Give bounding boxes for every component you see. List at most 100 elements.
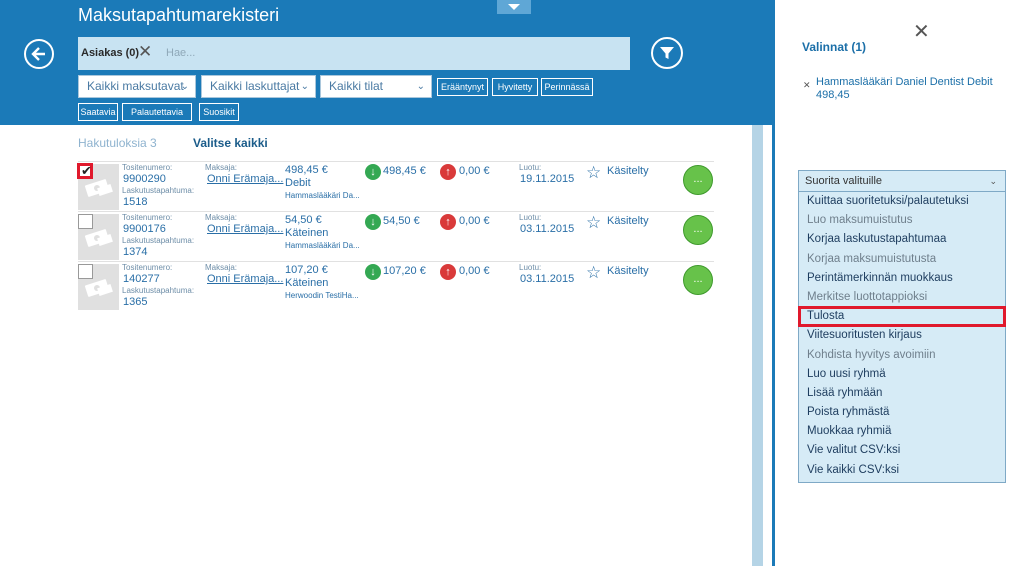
- receipt-label: Tositenumero:: [122, 213, 173, 222]
- row-checkbox[interactable]: [78, 264, 93, 279]
- menu-item[interactable]: Vie kaikki CSV:ksi: [799, 461, 1005, 480]
- filter-button[interactable]: [651, 37, 683, 69]
- more-actions-button[interactable]: ...: [683, 165, 713, 195]
- close-panel-icon[interactable]: ✕: [913, 19, 930, 44]
- status-dropdown[interactable]: Kaikki tilat ⌄: [320, 75, 432, 98]
- search-placeholder[interactable]: Hae...: [166, 47, 195, 59]
- payer-link[interactable]: Onni Erämaja...: [207, 173, 283, 185]
- money-icon: [84, 279, 113, 297]
- menu-item[interactable]: Korjaa laskutustapahtumaa: [799, 230, 1005, 249]
- chevron-down-icon: ⌄: [989, 176, 997, 186]
- created-date: 03.11.2015: [520, 273, 575, 285]
- invoice-event-number: 1518: [123, 196, 148, 208]
- created-date: 19.11.2015: [520, 173, 575, 185]
- payer-link[interactable]: Onni Erämaja...: [207, 273, 283, 285]
- invoice-event-number: 1365: [123, 296, 148, 308]
- outgoing-amount: 0,00 €: [459, 165, 490, 177]
- page-title: Maksutapahtumarekisteri: [78, 5, 280, 25]
- chevron-down-icon: ⌄: [300, 81, 309, 92]
- filter-collection-button[interactable]: Perinnässä: [541, 78, 593, 96]
- menu-item[interactable]: Vie valitut CSV:ksi: [799, 441, 1005, 460]
- selections-title: Valinnat (1): [802, 40, 867, 54]
- remove-chip-icon[interactable]: ✕: [138, 43, 154, 61]
- created-label: Luotu:: [519, 163, 542, 172]
- money-icon: [84, 229, 113, 247]
- menu-item[interactable]: Perintämerkinnän muokkaus: [799, 269, 1005, 288]
- header-bar: Maksutapahtumarekisteri Asiakas (0) ✕ Ha…: [0, 0, 775, 125]
- menu-item[interactable]: Merkitse luottotappioksi: [799, 288, 1005, 307]
- filter-refundable-button[interactable]: Palautettavia: [122, 103, 192, 121]
- remove-selection-icon[interactable]: ✕: [803, 80, 811, 91]
- panel-divider: [772, 0, 775, 566]
- payer-label: Maksaja:: [205, 263, 238, 272]
- select-all-link[interactable]: Valitse kaikki: [193, 136, 268, 150]
- back-button[interactable]: [24, 39, 54, 69]
- outgoing-amount: 0,00 €: [459, 215, 490, 227]
- filter-icon: [660, 47, 674, 59]
- star-icon[interactable]: ☆: [586, 264, 601, 281]
- receipt-number: 140277: [123, 273, 160, 285]
- payment-method-dropdown[interactable]: Kaikki maksutavat ⌄: [78, 75, 196, 98]
- payer-label: Maksaja:: [205, 213, 238, 222]
- created-date: 03.11.2015: [520, 223, 575, 235]
- app-root: Maksutapahtumarekisteri Asiakas (0) ✕ Ha…: [0, 0, 1024, 566]
- biller-name: Herwoodin TestiHa...: [285, 291, 359, 300]
- payer-label: Maksaja:: [205, 163, 238, 172]
- created-label: Luotu:: [519, 213, 542, 222]
- star-icon[interactable]: ☆: [586, 164, 601, 181]
- menu-item[interactable]: Kuittaa suoritetuksi/palautetuksi: [799, 192, 1005, 211]
- receipt-label: Tositenumero:: [122, 263, 173, 272]
- menu-item[interactable]: Kohdista hyvitys avoimiin: [799, 346, 1005, 365]
- receipt-label: Tositenumero:: [122, 163, 173, 172]
- collapse-header-tab[interactable]: [497, 0, 531, 14]
- scrollbar[interactable]: [752, 125, 763, 566]
- row-checkbox[interactable]: [78, 214, 93, 229]
- arrow-down-icon: ↓: [365, 214, 381, 230]
- biller-dropdown[interactable]: Kaikki laskuttajat ⌄: [201, 75, 316, 98]
- incoming-amount: 498,45 €: [383, 165, 426, 177]
- invoice-event-number: 1374: [123, 246, 148, 258]
- arrow-up-icon: ↑: [440, 214, 456, 230]
- more-actions-button[interactable]: ...: [683, 215, 713, 245]
- menu-item[interactable]: Lisää ryhmään: [799, 384, 1005, 403]
- invoice-event-label: Laskutustapahtuma:: [122, 186, 195, 195]
- payer-link[interactable]: Onni Erämaja...: [207, 223, 283, 235]
- money-icon: [84, 179, 113, 197]
- menu-item[interactable]: Luo maksumuistutus: [799, 211, 1005, 230]
- arrow-up-icon: ↑: [440, 164, 456, 180]
- amount: 107,20 €: [285, 264, 328, 276]
- filter-receivable-button[interactable]: Saatavia: [78, 103, 118, 121]
- bulk-action-dropdown[interactable]: Suorita valituille ⌄: [798, 170, 1006, 192]
- invoice-event-label: Laskutustapahtuma:: [122, 236, 195, 245]
- outgoing-amount: 0,00 €: [459, 265, 490, 277]
- menu-item[interactable]: Korjaa maksumuistutusta: [799, 250, 1005, 269]
- status-label: Käsitelty: [607, 265, 649, 277]
- star-icon[interactable]: ☆: [586, 214, 601, 231]
- table-row[interactable]: Tositenumero: 140277 Laskutustapahtuma: 136…: [78, 261, 714, 311]
- filter-overdue-button[interactable]: Erääntynyt: [437, 78, 488, 96]
- receipt-number: 9900290: [123, 173, 166, 185]
- filter-credited-button[interactable]: Hyvitetty: [492, 78, 538, 96]
- row-checkbox[interactable]: ✔: [77, 163, 93, 179]
- customer-filter-chip: Asiakas (0): [81, 47, 140, 59]
- menu-item[interactable]: Muokkaa ryhmiä: [799, 422, 1005, 441]
- menu-item[interactable]: Viitesuoritusten kirjaus: [799, 326, 1005, 345]
- incoming-amount: 107,20 €: [383, 265, 426, 277]
- invoice-event-label: Laskutustapahtuma:: [122, 286, 195, 295]
- table-row[interactable]: ✔ Tositenumero: 9900290 Laskutustapahtuma: 1…: [77, 161, 714, 211]
- arrow-down-icon: ↓: [365, 164, 381, 180]
- amount: 498,45 €: [285, 164, 328, 176]
- search-box[interactable]: Asiakas (0) ✕ Hae...: [78, 37, 630, 70]
- filter-favorites-button[interactable]: Suosikit: [199, 103, 239, 121]
- menu-item[interactable]: Poista ryhmästä: [799, 403, 1005, 422]
- biller-name: Hammaslääkäri Da...: [285, 191, 360, 200]
- chevron-down-icon: ⌄: [180, 81, 189, 92]
- menu-item[interactable]: Tulosta: [798, 306, 1006, 328]
- checkmark-icon: ✔: [81, 163, 92, 178]
- biller-name: Hammaslääkäri Da...: [285, 241, 360, 250]
- menu-item[interactable]: Luo uusi ryhmä: [799, 365, 1005, 384]
- more-actions-button[interactable]: ...: [683, 265, 713, 295]
- amount: 54,50 €: [285, 214, 322, 226]
- table-row[interactable]: Tositenumero: 9900176 Laskutustapahtuma: 13…: [78, 211, 714, 261]
- status-label: Käsitelty: [607, 215, 649, 227]
